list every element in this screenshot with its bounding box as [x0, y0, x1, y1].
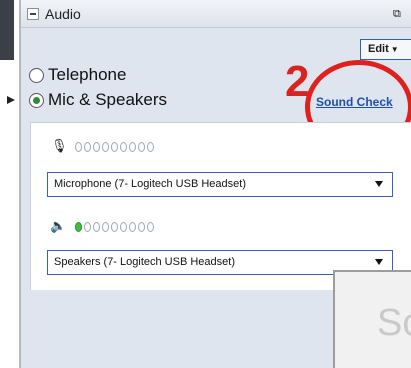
screenshot: Audio ⧉ Edit ▼ Telephone Mic & Speakers 2…	[0, 0, 411, 368]
panel-title: Audio	[45, 6, 81, 22]
speaker-device-value: Speakers (7- Logitech USB Headset)	[54, 256, 235, 268]
level-dot	[111, 222, 118, 232]
speaker-icon: 🔈	[50, 219, 67, 234]
mic-speakers-radio[interactable]	[29, 92, 44, 108]
chevron-down-icon	[375, 259, 383, 265]
arrow-pointer-icon	[7, 96, 15, 104]
level-dot	[75, 142, 82, 152]
level-dot	[93, 222, 100, 232]
level-dot	[75, 222, 82, 232]
level-dot	[102, 142, 109, 152]
edit-menu-button[interactable]: Edit ▼	[360, 39, 411, 60]
level-dot	[129, 222, 136, 232]
mic-speakers-label: Mic & Speakers	[48, 90, 168, 109]
level-dot	[120, 222, 127, 232]
telephone-option[interactable]: Telephone	[29, 64, 126, 86]
level-dot	[147, 142, 154, 152]
level-dot	[84, 142, 91, 152]
audio-panel: Audio ⧉ Edit ▼ Telephone Mic & Speakers 2…	[21, 0, 411, 368]
speaker-level-meter	[75, 222, 154, 232]
background-window-text: Sc	[377, 302, 411, 344]
microphone-device-value: Microphone (7- Logitech USB Headset)	[54, 178, 246, 190]
microphone-select[interactable]: Microphone (7- Logitech USB Headset)	[47, 172, 393, 197]
chevron-down-icon	[375, 181, 383, 187]
level-dot	[102, 222, 109, 232]
telephone-label: Telephone	[48, 65, 127, 84]
minus-box-icon[interactable]	[27, 8, 39, 20]
device-settings-area: 🎙 Microphone (7- Logitech USB Headset) 🔈…	[30, 122, 411, 290]
microphone-icon: 🎙	[51, 139, 68, 154]
level-dot	[111, 142, 118, 152]
level-dot	[129, 142, 136, 152]
microphone-level-meter	[75, 142, 154, 152]
level-dot	[138, 142, 145, 152]
telephone-radio[interactable]	[29, 67, 44, 83]
level-dot	[120, 142, 127, 152]
mic-speakers-option[interactable]: Mic & Speakers	[29, 89, 167, 111]
background-window: Sc	[333, 270, 411, 368]
audio-panel-header[interactable]: Audio ⧉	[21, 0, 411, 28]
popout-icon[interactable]: ⧉	[393, 7, 405, 21]
left-dark-edge	[0, 0, 14, 60]
level-dot	[147, 222, 154, 232]
edit-button-label: Edit	[368, 43, 389, 55]
level-dot	[84, 222, 91, 232]
level-dot	[93, 142, 100, 152]
chevron-down-icon: ▼	[390, 45, 399, 54]
level-dot	[138, 222, 145, 232]
